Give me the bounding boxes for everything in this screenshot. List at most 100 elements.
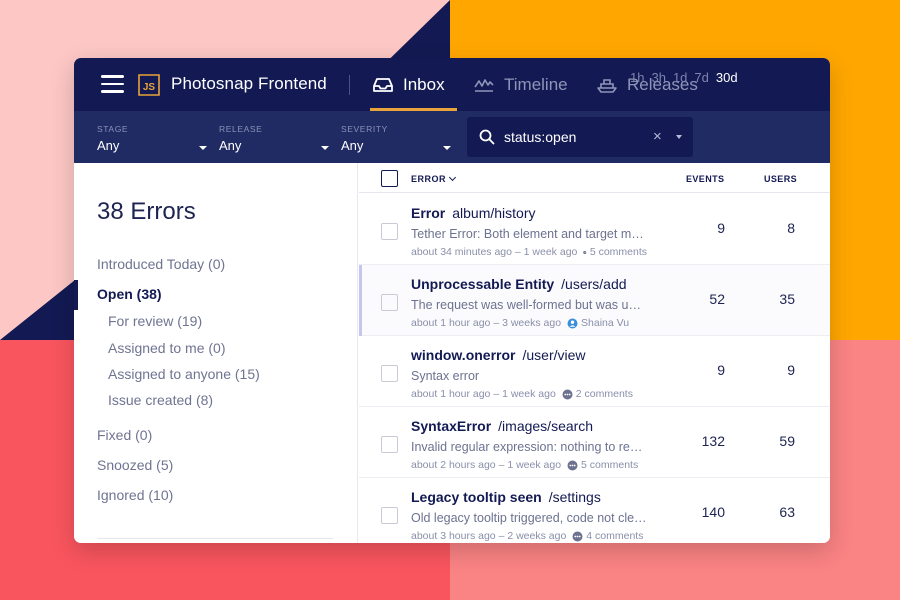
tab-inbox[interactable]: Inbox — [370, 58, 457, 111]
event-count: 9 — [717, 220, 725, 236]
severity-filter-label: SEVERITY — [341, 124, 388, 134]
row-checkbox[interactable] — [381, 223, 398, 240]
error-title: Legacy tooltip seen/settings — [411, 489, 601, 505]
sidebar-item-introduced-today[interactable]: Introduced Today (0) — [97, 256, 225, 272]
error-message: Tether Error: Both element and target mu… — [411, 227, 647, 241]
sidebar-item-fixed[interactable]: Fixed (0) — [97, 427, 152, 443]
menu-icon[interactable] — [101, 75, 124, 94]
stage-filter[interactable]: STAGE Any — [97, 124, 207, 153]
chevron-down-icon — [199, 146, 207, 150]
select-all-checkbox[interactable] — [381, 170, 398, 187]
nav-divider — [349, 75, 350, 95]
error-path: /user/view — [522, 347, 586, 363]
error-timestamps: about 3 hours ago – 2 weeks ago — [411, 530, 567, 542]
error-timestamps: about 34 minutes ago – 1 week ago — [411, 246, 578, 258]
table-row[interactable]: Unprocessable Entity/users/add The reque… — [359, 265, 830, 336]
sidebar-item-for-review[interactable]: For review (19) — [108, 313, 202, 329]
error-count-heading: 38 Errors — [97, 198, 196, 225]
error-type: SyntaxError — [411, 418, 492, 434]
error-assignee: Shaina Vu — [567, 317, 629, 329]
sidebar-item-open[interactable]: Open (38) — [97, 286, 162, 302]
tab-inbox-label: Inbox — [403, 74, 445, 94]
sidebar-item-ignored[interactable]: Ignored (10) — [97, 487, 173, 503]
error-column-header[interactable]: ERROR — [411, 173, 457, 184]
error-type: window.onerror — [411, 347, 516, 363]
error-message: Old legacy tooltip triggered, code not c… — [411, 511, 647, 525]
inbox-icon — [373, 77, 393, 92]
chevron-down-icon — [443, 146, 451, 150]
users-column-header: USERS — [764, 174, 798, 184]
error-type: Error — [411, 205, 446, 221]
stage-filter-label: STAGE — [97, 124, 129, 134]
tab-timeline-label: Timeline — [504, 74, 568, 94]
release-filter-label: RELEASE — [219, 124, 263, 134]
search-input[interactable] — [504, 127, 644, 147]
error-list: ERROR EVENTS USERS Error album/history Te… — [359, 163, 830, 543]
error-path: /images/search — [498, 418, 594, 434]
time-range-selector: 1h 3h 1d 7d 30d — [630, 70, 738, 85]
table-row[interactable]: Error album/history Tether Error: Both el… — [359, 194, 830, 265]
stage-filter-value: Any — [97, 138, 120, 153]
row-checkbox[interactable] — [381, 507, 398, 524]
time-range-1h[interactable]: 1h — [630, 70, 644, 85]
event-count: 52 — [709, 291, 725, 307]
comment-icon — [567, 460, 578, 470]
error-title: Unprocessable Entity/users/add — [411, 276, 627, 292]
ship-icon — [597, 78, 617, 93]
error-title: window.onerror/user/view — [411, 347, 586, 363]
list-header: ERROR EVENTS USERS — [359, 163, 830, 193]
error-timestamps: about 2 hours ago – 1 week ago — [411, 459, 562, 471]
error-assignee-text: Shaina Vu — [581, 317, 630, 329]
error-comments: 4 comments — [572, 530, 643, 542]
sidebar: 38 Errors Introduced Today (0) Open (38)… — [74, 163, 358, 543]
user-icon — [567, 318, 578, 328]
active-item-marker — [74, 280, 78, 310]
error-message: Syntax error — [411, 369, 480, 383]
sidebar-item-issue-created[interactable]: Issue created (8) — [108, 392, 213, 408]
severity-filter[interactable]: SEVERITY Any — [341, 124, 451, 153]
table-row[interactable]: SyntaxError/images/search Invalid regula… — [359, 407, 830, 478]
error-comments-text: 5 comments — [581, 459, 639, 471]
time-range-1d[interactable]: 1d — [673, 70, 687, 85]
chevron-down-icon — [321, 146, 329, 150]
comment-icon — [572, 531, 583, 541]
search-box: × — [467, 117, 693, 157]
sidebar-divider — [97, 538, 333, 539]
error-type: Legacy tooltip seen — [411, 489, 542, 505]
error-comments-text: 2 comments — [575, 388, 633, 400]
project-name[interactable]: Photosnap Frontend — [171, 74, 327, 94]
search-dropdown-caret-icon[interactable] — [676, 135, 682, 139]
time-range-30d[interactable]: 30d — [716, 70, 738, 85]
error-path: album/history — [452, 205, 536, 221]
severity-filter-value: Any — [341, 138, 364, 153]
user-count: 59 — [779, 433, 795, 449]
row-checkbox[interactable] — [381, 365, 398, 382]
close-icon[interactable]: × — [653, 128, 662, 145]
error-timestamps: about 1 hour ago – 1 week ago — [411, 388, 556, 400]
error-meta: about 34 minutes ago – 1 week ago 5 comm… — [411, 246, 647, 258]
error-meta: about 3 hours ago – 2 weeks ago 4 commen… — [411, 530, 647, 542]
filter-bar: STAGE Any RELEASE Any SEVERITY Any × — [74, 111, 830, 163]
time-range-7d[interactable]: 7d — [694, 70, 708, 85]
row-checkbox[interactable] — [381, 294, 398, 311]
table-row[interactable]: window.onerror/user/view Syntax error ab… — [359, 336, 830, 407]
event-count: 9 — [717, 362, 725, 378]
sidebar-item-assigned-to-me[interactable]: Assigned to me (0) — [108, 340, 226, 356]
timeline-icon — [474, 78, 494, 92]
comment-icon — [562, 389, 573, 399]
tab-timeline[interactable]: Timeline — [473, 58, 568, 111]
error-comments: 2 comments — [562, 388, 633, 400]
error-title: SyntaxError/images/search — [411, 418, 593, 434]
table-row[interactable]: Legacy tooltip seen/settings Old legacy … — [359, 478, 830, 543]
row-checkbox[interactable] — [381, 436, 398, 453]
time-range-3h[interactable]: 3h — [651, 70, 665, 85]
error-message: Invalid regular expression: nothing to r… — [411, 440, 647, 454]
release-filter[interactable]: RELEASE Any — [219, 124, 329, 153]
error-meta: about 1 hour ago – 1 week ago 2 comments — [411, 388, 647, 400]
sidebar-item-snoozed[interactable]: Snoozed (5) — [97, 457, 173, 473]
error-path: /settings — [548, 489, 601, 505]
error-message: The request was well-formed but was unab… — [411, 298, 647, 312]
sidebar-item-assigned-to-anyone[interactable]: Assigned to anyone (15) — [108, 366, 260, 382]
user-count: 9 — [787, 362, 795, 378]
error-comments: 5 comments — [583, 246, 647, 258]
